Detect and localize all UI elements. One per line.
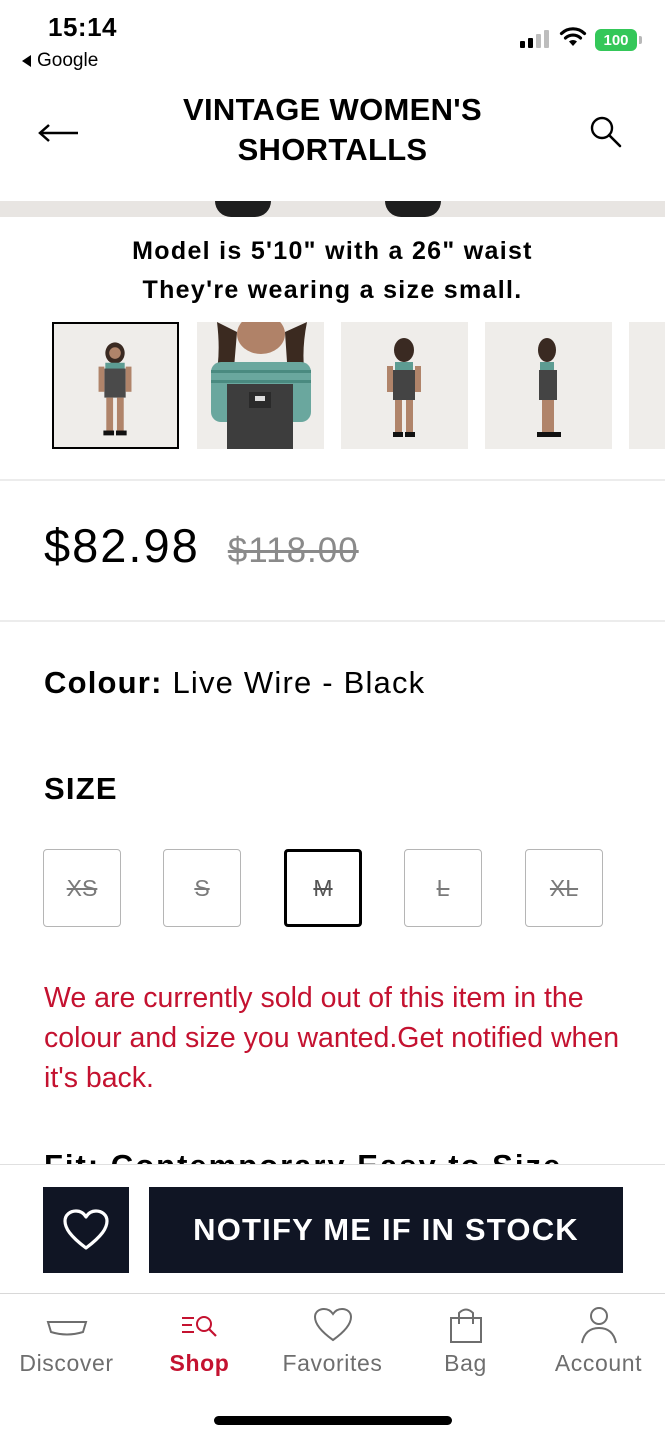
image-thumbnails — [52, 322, 665, 450]
divider — [0, 620, 665, 622]
action-bar: NOTIFY ME IF IN STOCK — [0, 1164, 665, 1294]
size-option-xs[interactable]: XS — [43, 849, 121, 927]
product-hero-image — [0, 201, 665, 217]
model-note-line1: Model is 5'10" with a 26" waist — [132, 237, 533, 265]
tab-shop[interactable]: Shop — [133, 1304, 266, 1384]
thumbnail-side[interactable] — [485, 322, 612, 449]
tab-label: Bag — [444, 1350, 487, 1376]
size-option-l[interactable]: L — [404, 849, 482, 927]
tab-favorites[interactable]: Favorites — [266, 1304, 399, 1384]
tab-label: Discover — [19, 1350, 114, 1376]
size-label: SIZE — [44, 771, 118, 806]
tab-account[interactable]: Account — [532, 1304, 665, 1384]
tab-discover[interactable]: Discover — [0, 1304, 133, 1384]
back-to-app-link[interactable]: Google — [22, 50, 98, 72]
tab-label: Favorites — [282, 1350, 383, 1376]
status-bar: 15:14 Google 100 — [0, 0, 665, 80]
cellular-signal-icon — [520, 30, 549, 48]
original-price: $118.00 — [227, 531, 359, 570]
page-header: VINTAGE WOMEN'S SHORTALLS — [0, 80, 665, 202]
thumbnail-front[interactable] — [52, 322, 179, 449]
thumbnail-more[interactable] — [629, 322, 665, 449]
arrow-left-icon[interactable] — [36, 118, 80, 148]
discover-icon — [46, 1321, 87, 1336]
size-option-s[interactable]: S — [163, 849, 241, 927]
shoe-detail — [385, 201, 441, 217]
colour-info: Colour: Live Wire - Black — [44, 665, 425, 701]
back-triangle-icon — [22, 55, 31, 67]
heart-icon — [313, 1307, 352, 1342]
price-row: $82.98 $118.00 — [44, 518, 359, 573]
shoe-detail — [215, 201, 271, 217]
colour-value: Live Wire - Black — [172, 665, 426, 700]
size-option-m[interactable]: M — [284, 849, 362, 927]
bottom-tab-bar: Discover Shop Favorites Bag Account — [0, 1293, 665, 1440]
tab-label: Shop — [169, 1350, 230, 1376]
search-icon[interactable] — [588, 114, 624, 150]
tab-label: Account — [554, 1350, 643, 1376]
account-icon — [580, 1307, 617, 1344]
battery-indicator: 100 — [595, 29, 642, 51]
sale-price: $82.98 — [44, 519, 200, 572]
thumbnail-back[interactable] — [341, 322, 468, 449]
home-indicator[interactable] — [214, 1416, 452, 1425]
fit-info-peek: Fit: Contemporary Easy to Size — [44, 1152, 644, 1164]
notify-in-stock-button[interactable]: NOTIFY ME IF IN STOCK — [149, 1187, 623, 1273]
status-time: 15:14 — [48, 12, 117, 42]
divider — [0, 479, 665, 481]
wishlist-button[interactable] — [43, 1187, 129, 1273]
model-note-line2: They're wearing a size small. — [142, 276, 523, 304]
heart-icon — [63, 1209, 109, 1250]
size-option-xl[interactable]: XL — [525, 849, 603, 927]
model-size-note: Model is 5'10" with a 26" waist They're … — [0, 232, 665, 310]
battery-level: 100 — [603, 31, 629, 49]
colour-label: Colour: — [44, 665, 163, 700]
soldout-message: We are currently sold out of this item i… — [44, 982, 620, 1094]
page-title: VINTAGE WOMEN'S SHORTALLS — [183, 92, 482, 167]
bag-icon — [449, 1308, 482, 1343]
shop-search-icon — [181, 1316, 217, 1337]
wifi-icon — [559, 27, 587, 46]
back-app-label: Google — [37, 50, 99, 71]
thumbnail-closeup[interactable] — [197, 322, 324, 449]
fit-info-text: Fit: Contemporary Easy to Size — [44, 1152, 562, 1164]
tab-bag[interactable]: Bag — [399, 1304, 532, 1384]
